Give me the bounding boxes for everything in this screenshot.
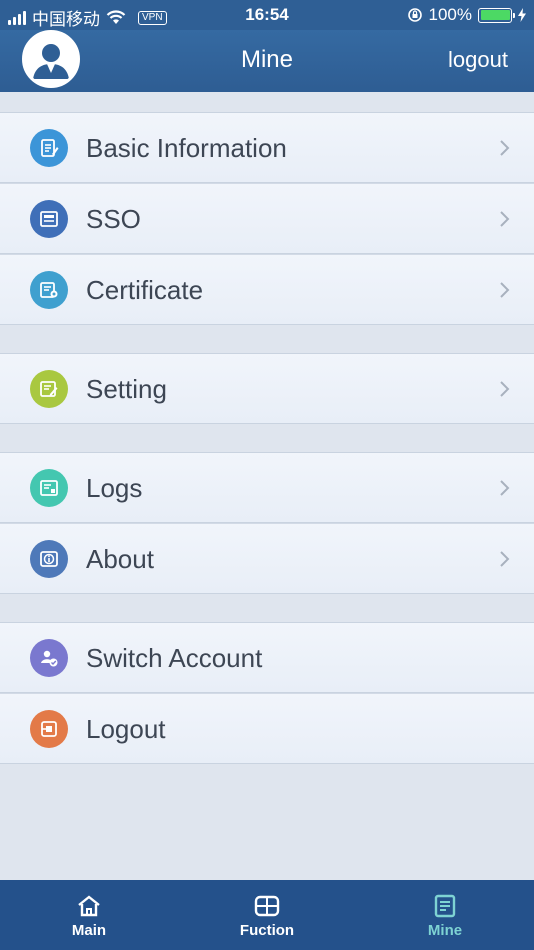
chevron-right-icon (500, 480, 510, 496)
home-icon (78, 895, 100, 917)
function-icon (254, 895, 280, 917)
tab-mine[interactable]: Mine (356, 880, 534, 950)
charging-icon (518, 8, 526, 22)
menu-item-label: About (86, 544, 154, 574)
logs-icon (30, 469, 68, 507)
menu-item-certificate[interactable]: Certificate (0, 254, 534, 325)
menu-list: Basic Information SSO Certificate Settin… (0, 92, 534, 764)
logout-icon (30, 710, 68, 748)
status-bar: 中国移动 VPN 16:54 100% (0, 0, 534, 30)
menu-item-label: Logs (86, 473, 143, 503)
switch-account-icon (30, 639, 68, 677)
menu-item-sso[interactable]: SSO (0, 183, 534, 254)
chevron-right-icon (500, 211, 510, 227)
menu-item-logs[interactable]: Logs (0, 452, 534, 523)
tab-label: Fuction (239, 922, 295, 939)
menu-item-label: Certificate (86, 275, 204, 305)
tab-label: Mine (427, 922, 463, 939)
battery-percent: 100% (428, 5, 472, 24)
menu-group-account: Basic Information SSO Certificate (0, 112, 534, 325)
orientation-lock-icon (407, 8, 422, 22)
sso-card-icon (30, 200, 68, 238)
status-right: 100% (407, 5, 526, 25)
menu-item-label: Setting (86, 374, 167, 404)
nav-bar: Mine logout (0, 30, 534, 92)
menu-item-label: Basic Information (86, 133, 287, 163)
menu-group-session: Switch Account Logout (0, 622, 534, 764)
logout-link[interactable]: logout (448, 47, 508, 73)
menu-item-logout[interactable]: Logout (0, 693, 534, 764)
chevron-right-icon (500, 282, 510, 298)
chevron-right-icon (500, 140, 510, 156)
menu-item-label: Logout (86, 714, 166, 744)
certificate-icon (30, 271, 68, 309)
menu-item-label: SSO (86, 204, 141, 234)
menu-item-setting[interactable]: Setting (0, 353, 534, 424)
setting-icon (30, 370, 68, 408)
about-icon (30, 540, 68, 578)
document-icon (30, 129, 68, 167)
mine-icon (434, 894, 456, 918)
chevron-right-icon (500, 551, 510, 567)
menu-item-switch-account[interactable]: Switch Account (0, 622, 534, 693)
menu-group-info: Logs About (0, 452, 534, 594)
chevron-right-icon (500, 381, 510, 397)
menu-item-basic-information[interactable]: Basic Information (0, 112, 534, 183)
tab-fuction[interactable]: Fuction (178, 880, 356, 950)
tab-main[interactable]: Main (0, 880, 178, 950)
menu-item-about[interactable]: About (0, 523, 534, 594)
battery-icon (478, 7, 515, 23)
menu-group-setting: Setting (0, 353, 534, 424)
menu-item-label: Switch Account (86, 643, 263, 673)
tab-bar: Main Fuction Mine (0, 880, 534, 950)
tab-label: Main (71, 922, 107, 939)
